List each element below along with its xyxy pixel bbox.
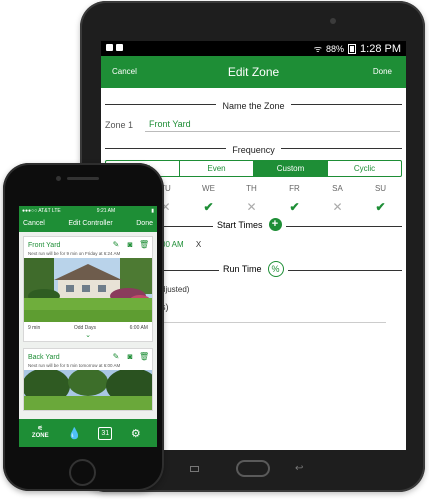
- day-toggle-we[interactable]: WE ✔: [187, 184, 230, 214]
- camera-icon[interactable]: ◙: [125, 240, 135, 250]
- phone-header: Cancel Edit Controller Done: [19, 215, 157, 232]
- zone-name-row: Zone 1 Front Yard: [101, 112, 406, 132]
- zone-card-actions: ✎ ◙ 🗑: [111, 240, 150, 250]
- name-section-title: Name the Zone: [216, 101, 291, 111]
- water-drop-percent-icon[interactable]: %: [267, 261, 284, 277]
- edit-pencil-icon[interactable]: ✎: [111, 352, 121, 362]
- zone-start-time: 6:00 AM: [129, 325, 148, 331]
- zone-card-header: Back Yard ✎ ◙ 🗑: [24, 349, 152, 362]
- warning-icon: [106, 44, 113, 51]
- phone-camera: [56, 176, 61, 181]
- run-time-title: Run Time: [223, 264, 262, 274]
- start-times-title-group: Start Times +: [213, 218, 286, 231]
- trash-icon[interactable]: 🗑: [139, 240, 149, 250]
- day-toggle-sa[interactable]: SA ✕: [316, 184, 359, 214]
- water-drop-icon[interactable]: 💧: [64, 427, 86, 440]
- front-yard-photo: [24, 258, 152, 322]
- check-icon: ✔: [289, 200, 300, 214]
- phone-done-button[interactable]: Done: [136, 220, 153, 227]
- run-time-title-group: Run Time %: [219, 261, 288, 277]
- edit-pencil-icon[interactable]: ✎: [111, 240, 121, 250]
- frequency-title: Frequency: [226, 145, 281, 155]
- add-start-time-button[interactable]: +: [268, 218, 282, 231]
- day-label: SU: [374, 184, 387, 193]
- day-toggle-th[interactable]: TH ✕: [230, 184, 273, 214]
- zone-next-run: Next run will be for 9 min on Friday at …: [28, 251, 121, 256]
- zone-frequency: Odd Days: [73, 325, 97, 331]
- back-yard-photo: [24, 370, 152, 410]
- settings-gears-icon[interactable]: ⚙: [125, 427, 147, 440]
- phone-status-time: 9:21 AM: [96, 207, 116, 214]
- tablet-camera: [330, 18, 336, 24]
- wifi-icon: ᯤ: [313, 44, 323, 54]
- back-icon[interactable]: ↩: [295, 463, 303, 474]
- day-toggle-fr[interactable]: FR ✔: [273, 184, 316, 214]
- phone-tab-bar: ⚟ ZONE 💧 31 ⚙: [19, 419, 157, 447]
- phone-speaker: [67, 177, 99, 180]
- run-time-divider: [161, 322, 386, 323]
- zone-card-footer: 9 min Odd Days 6:00 AM: [24, 322, 152, 332]
- zone-name-input[interactable]: Front Yard: [145, 117, 400, 132]
- phone-status-bar: ●●●○○ AT&T LTE 9:21 AM ▮: [19, 206, 157, 215]
- phone-home-button[interactable]: [69, 459, 96, 486]
- photo-icon: [116, 44, 123, 51]
- page-title: Edit Zone: [227, 65, 280, 79]
- zone-list: Front Yard ✎ ◙ 🗑 Next run will be for 9 …: [19, 232, 157, 419]
- home-button[interactable]: [236, 460, 270, 477]
- x-icon: ✕: [246, 200, 257, 214]
- check-icon: ✔: [375, 200, 386, 214]
- phone-device: ●●●○○ AT&T LTE 9:21 AM ▮ Cancel Edit Con…: [3, 163, 164, 491]
- zone-label: Zone 1: [105, 119, 134, 130]
- phone-page-title: Edit Controller: [68, 220, 113, 227]
- cancel-button[interactable]: Cancel: [112, 67, 137, 76]
- x-icon: ✕: [332, 200, 343, 214]
- name-section-heading: Name the Zone: [101, 96, 406, 112]
- tab-zone[interactable]: ⚟ ZONE: [29, 426, 51, 440]
- tab-zone-label: ZONE: [31, 433, 49, 439]
- frequency-option-cyclic[interactable]: Cyclic: [327, 161, 401, 176]
- tablet-status-bar: ᯤ 88% 1:28 PM: [101, 41, 406, 56]
- frequency-option-even[interactable]: Even: [179, 161, 253, 176]
- tablet-header: Cancel Edit Zone Done: [101, 56, 406, 88]
- phone-cancel-button[interactable]: Cancel: [23, 220, 45, 227]
- carrier: ●●●○○ AT&T LTE: [22, 207, 61, 214]
- start-times-title: Start Times: [217, 219, 263, 230]
- remove-start-time-button[interactable]: X: [196, 240, 201, 249]
- zone-card-name: Back Yard: [28, 353, 60, 361]
- frequency-heading: Frequency: [101, 140, 406, 156]
- day-toggle-su[interactable]: SU ✔: [359, 184, 402, 214]
- zone-card-front-yard[interactable]: Front Yard ✎ ◙ 🗑 Next run will be for 9 …: [23, 236, 153, 342]
- zone-card-header: Front Yard ✎ ◙ 🗑: [24, 237, 152, 250]
- trash-icon[interactable]: 🗑: [139, 352, 149, 362]
- zone-duration: 9 min: [28, 325, 41, 331]
- day-label: SA: [332, 184, 343, 193]
- calendar-day: 31: [101, 429, 110, 437]
- frequency-option-custom[interactable]: Custom: [253, 161, 327, 176]
- notification-icons: [106, 44, 123, 51]
- day-label: FR: [289, 184, 300, 193]
- sprinkler-icon: ⚟: [37, 426, 43, 432]
- done-button[interactable]: Done: [373, 67, 392, 76]
- day-label: WE: [202, 184, 215, 193]
- phone-battery-icon: ▮: [151, 207, 154, 214]
- zone-card-name: Front Yard: [28, 241, 61, 249]
- battery-percent: 88%: [326, 43, 345, 54]
- calendar-icon[interactable]: 31: [98, 426, 113, 440]
- camera-icon[interactable]: ◙: [125, 352, 135, 362]
- day-label: TH: [246, 184, 257, 193]
- start-time-value: 00 AM: [161, 240, 184, 249]
- recent-apps-icon[interactable]: [190, 466, 199, 472]
- zone-next-run: Next run will be for 5 min tomorrow at 6…: [28, 363, 121, 368]
- zone-card-back-yard[interactable]: Back Yard ✎ ◙ 🗑 Next run will be for 5 m…: [23, 348, 153, 411]
- weekday-selector: TU ✕ WE ✔ TH ✕ FR ✔ SA ✕ SU ✔: [144, 184, 406, 214]
- zone-card-actions: ✎ ◙ 🗑: [111, 352, 150, 362]
- check-icon: ✔: [203, 200, 214, 214]
- chevron-down-icon[interactable]: ⌄: [24, 332, 152, 341]
- battery-icon: [348, 43, 357, 54]
- phone-screen: ●●●○○ AT&T LTE 9:21 AM ▮ Cancel Edit Con…: [19, 206, 157, 447]
- status-time: 1:28 PM: [360, 42, 401, 55]
